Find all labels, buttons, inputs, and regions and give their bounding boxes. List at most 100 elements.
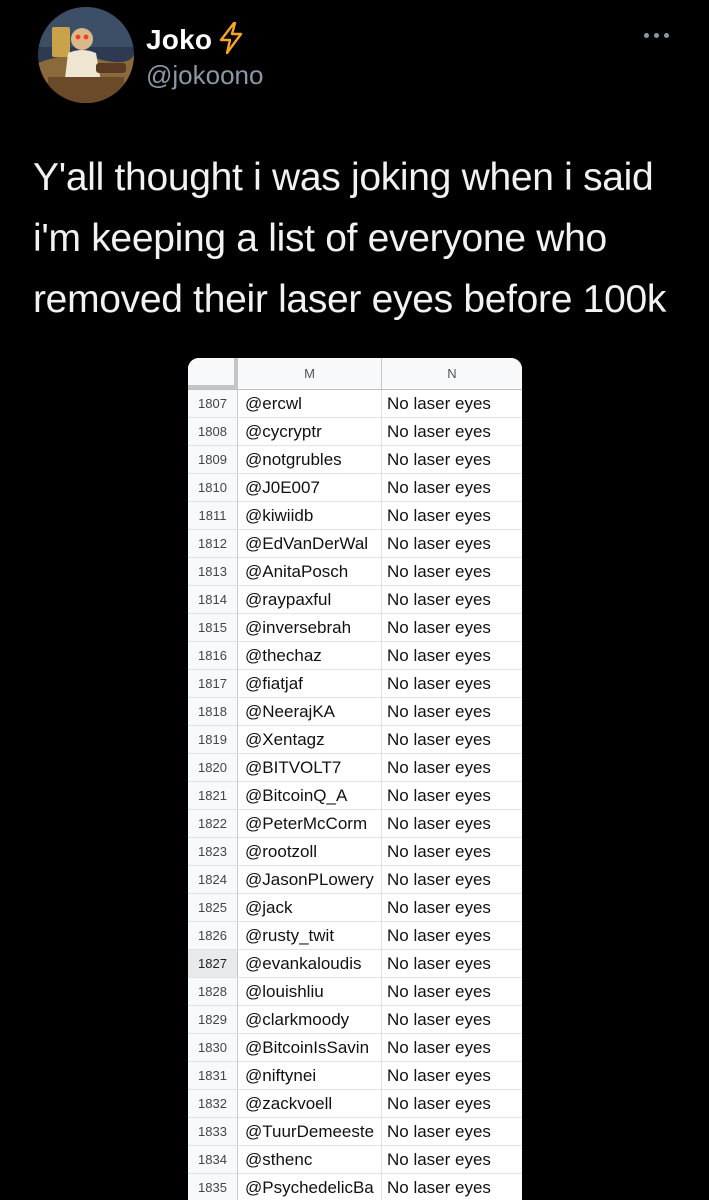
row-number: 1812 [188,530,238,557]
row-number: 1811 [188,502,238,529]
cell-status: No laser eyes [387,869,491,889]
more-options-icon[interactable] [644,25,678,45]
cell-status: No laser eyes [387,449,491,469]
cell-status: No laser eyes [387,1149,491,1169]
select-all-corner [188,358,238,389]
cell-username: @BITVOLT7 [238,754,382,781]
cell-username: @sthenc [238,1146,382,1173]
cell-username: @thechaz [238,642,382,669]
display-name[interactable]: Joko [146,24,212,56]
row-number: 1816 [188,642,238,669]
cell-username: @kiwiidb [238,502,382,529]
table-row: 1813 @AnitaPosch No laser eyes [188,558,522,586]
row-number: 1810 [188,474,238,501]
row-number: 1820 [188,754,238,781]
table-row: 1814 @raypaxful No laser eyes [188,586,522,614]
cell-username: @cycryptr [238,418,382,445]
cell-status: No laser eyes [387,505,491,525]
cell-username: @clarkmoody [238,1006,382,1033]
lightning-bolt-icon [218,21,244,55]
table-row: 1822 @PeterMcCorm No laser eyes [188,810,522,838]
cell-username: @zackvoell [238,1090,382,1117]
row-number: 1823 [188,838,238,865]
cell-status: No laser eyes [387,645,491,665]
cell-username: @J0E007 [238,474,382,501]
avatar[interactable] [38,7,134,103]
row-number: 1829 [188,1006,238,1033]
table-row: 1812 @EdVanDerWal No laser eyes [188,530,522,558]
cell-username: @EdVanDerWal [238,530,382,557]
table-row: 1833 @TuurDemeeste No laser eyes [188,1118,522,1146]
cell-username: @AnitaPosch [238,558,382,585]
cell-username: @ercwl [238,390,382,417]
table-row: 1829 @clarkmoody No laser eyes [188,1006,522,1034]
cell-status: No laser eyes [387,1177,491,1197]
cell-status: No laser eyes [387,477,491,497]
dot [644,32,649,38]
cell-status: No laser eyes [387,1037,491,1057]
cell-username: @evankaloudis [238,950,382,977]
sheet-rows: 1807 @ercwl No laser eyes 1808 @cycryptr No l… [188,390,522,1200]
row-number: 1824 [188,866,238,893]
column-header-n: N [447,366,457,381]
cell-username: @niftynei [238,1062,382,1089]
table-row: 1832 @zackvoell No laser eyes [188,1090,522,1118]
cell-username: @raypaxful [238,586,382,613]
table-row: 1810 @J0E007 No laser eyes [188,474,522,502]
cell-status: No laser eyes [387,953,491,973]
avatar-image [38,7,134,103]
cell-status: No laser eyes [387,561,491,581]
row-number: 1815 [188,614,238,641]
row-number: 1834 [188,1146,238,1173]
row-number: 1814 [188,586,238,613]
cell-username: @Xentagz [238,726,382,753]
cell-status: No laser eyes [387,673,491,693]
cell-username: @BitcoinIsSavin [238,1034,382,1061]
row-number: 1826 [188,922,238,949]
table-row: 1821 @BitcoinQ_A No laser eyes [188,782,522,810]
cell-status: No laser eyes [387,1121,491,1141]
row-number: 1818 [188,698,238,725]
tweet-text: Y'all thought i was joking when i said i… [33,156,667,321]
table-row: 1811 @kiwiidb No laser eyes [188,502,522,530]
cell-status: No laser eyes [387,533,491,553]
row-number: 1817 [188,670,238,697]
cell-status: No laser eyes [387,841,491,861]
column-header-row: M N [188,358,522,390]
table-row: 1807 @ercwl No laser eyes [188,390,522,418]
cell-status: No laser eyes [387,1009,491,1029]
cell-status: No laser eyes [387,757,491,777]
row-number: 1813 [188,558,238,585]
cell-status: No laser eyes [387,589,491,609]
cell-username: @rusty_twit [238,922,382,949]
row-number: 1831 [188,1062,238,1089]
row-number: 1828 [188,978,238,1005]
table-row: 1819 @Xentagz No laser eyes [188,726,522,754]
dot [654,32,659,38]
table-row: 1828 @louishliu No laser eyes [188,978,522,1006]
table-row: 1808 @cycryptr No laser eyes [188,418,522,446]
cell-status: No laser eyes [387,813,491,833]
cell-status: No laser eyes [387,1093,491,1113]
row-number: 1827 [188,950,238,977]
table-row: 1834 @sthenc No laser eyes [188,1146,522,1174]
cell-status: No laser eyes [387,421,491,441]
table-row: 1827 @evankaloudis No laser eyes [188,950,522,978]
cell-status: No laser eyes [387,925,491,945]
spreadsheet-image[interactable]: M N 1807 @ercwl No laser eyes 1808 @cycryptr… [188,358,522,1200]
cell-status: No laser eyes [387,701,491,721]
row-number: 1835 [188,1174,238,1200]
cell-username: @TuurDemeeste [238,1118,382,1145]
cell-username: @NeerajKA [238,698,382,725]
row-number: 1809 [188,446,238,473]
cell-status: No laser eyes [387,617,491,637]
cell-status: No laser eyes [387,981,491,1001]
user-handle[interactable]: @jokoono [146,60,263,91]
cell-username: @PeterMcCorm [238,810,382,837]
row-number: 1830 [188,1034,238,1061]
table-row: 1818 @NeerajKA No laser eyes [188,698,522,726]
cell-status: No laser eyes [387,785,491,805]
column-header-m: M [238,358,382,389]
cell-username: @rootzoll [238,838,382,865]
table-row: 1825 @jack No laser eyes [188,894,522,922]
